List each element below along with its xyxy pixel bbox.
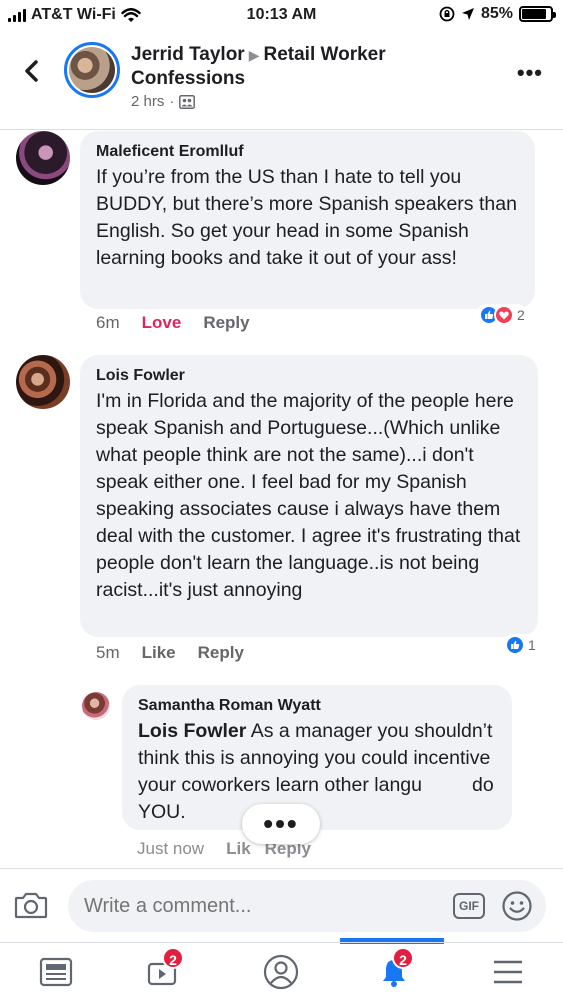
reaction-count: 2 (517, 307, 525, 323)
reply-bubble[interactable]: Samantha Roman Wyatt Lois Fowler As a ma… (122, 685, 512, 830)
reply-time: Just now (137, 839, 205, 858)
nav-watch[interactable]: 2 (140, 947, 184, 991)
like-reaction-icon (505, 635, 525, 655)
typing-indicator[interactable]: ••• (242, 804, 320, 844)
comment-actions: 6m Love Reply (96, 313, 250, 333)
comment-author[interactable]: Maleficent Eromlluf (96, 143, 519, 161)
battery-percent: 85% (480, 5, 513, 22)
camera-icon[interactable] (14, 890, 48, 920)
comment-bubble[interactable]: Maleficent Eromlluf If you’re from the U… (80, 131, 535, 309)
poster-avatar[interactable] (64, 42, 120, 98)
right-triangle-icon: ▶ (248, 47, 260, 63)
post-header: Jerrid Taylor ▶ Retail Worker Confessions … (0, 32, 563, 130)
nav-menu[interactable] (486, 953, 530, 991)
reply-author[interactable]: Samantha Roman Wyatt (138, 697, 496, 715)
more-options-icon[interactable]: ••• (517, 60, 543, 86)
bottom-nav: 2 2 (0, 942, 563, 1000)
video-badge: 2 (162, 947, 184, 969)
nav-news-feed[interactable] (34, 953, 78, 991)
notifications-badge: 2 (392, 947, 414, 969)
profile-icon (263, 954, 299, 990)
avatar[interactable] (82, 692, 110, 720)
reaction-count: 1 (528, 637, 536, 653)
mention-link[interactable]: Lois Fowler (138, 720, 246, 742)
like-button[interactable]: Like (142, 643, 176, 663)
avatar[interactable] (16, 131, 70, 185)
reply-button[interactable]: Reply (198, 643, 244, 663)
group-members-icon (179, 94, 196, 109)
menu-icon (494, 960, 522, 984)
reaction-summary[interactable]: 1 (502, 634, 539, 656)
gif-button[interactable]: GIF (453, 893, 485, 919)
reaction-summary[interactable]: 2 (476, 304, 528, 326)
post-meta: 2 hrs · (131, 93, 196, 110)
love-reaction-icon (494, 305, 514, 325)
avatar[interactable] (16, 355, 70, 409)
battery-icon (519, 6, 556, 22)
post-time[interactable]: 2 hrs (131, 93, 164, 110)
like-button[interactable]: Lik (226, 839, 251, 859)
back-icon[interactable] (18, 56, 48, 86)
nav-profile[interactable] (259, 953, 303, 991)
comment-text: If you’re from the US than I hate to tel… (96, 166, 517, 269)
comment-bubble[interactable]: Lois Fowler I'm in Florida and the major… (80, 355, 538, 637)
meta-separator: · (169, 93, 175, 110)
nav-notifications[interactable]: 2 (372, 947, 416, 991)
reply-text: Lois Fowler As a manager you shouldn’t t… (138, 718, 496, 826)
post-title[interactable]: Jerrid Taylor ▶ Retail Worker Confessions (131, 43, 501, 90)
comment-composer: GIF (0, 868, 563, 942)
comment-time: 6m (96, 313, 120, 332)
comment-time: 5m (96, 643, 120, 662)
status-right: 85% (439, 5, 556, 23)
love-button[interactable]: Love (142, 313, 182, 333)
comment-text: I'm in Florida and the majority of the p… (96, 390, 521, 601)
reply-button[interactable]: Reply (203, 313, 249, 333)
location-arrow-icon (461, 8, 474, 20)
emoji-icon[interactable] (501, 890, 533, 922)
poster-name[interactable]: Jerrid Taylor (131, 44, 245, 65)
orientation-lock-icon (439, 6, 455, 22)
comment-actions: 5m Like Reply (96, 643, 244, 663)
comment-author[interactable]: Lois Fowler (96, 367, 522, 385)
news-feed-icon (39, 957, 73, 987)
status-bar: AT&T Wi-Fi 10:13 AM 85% (0, 0, 563, 32)
